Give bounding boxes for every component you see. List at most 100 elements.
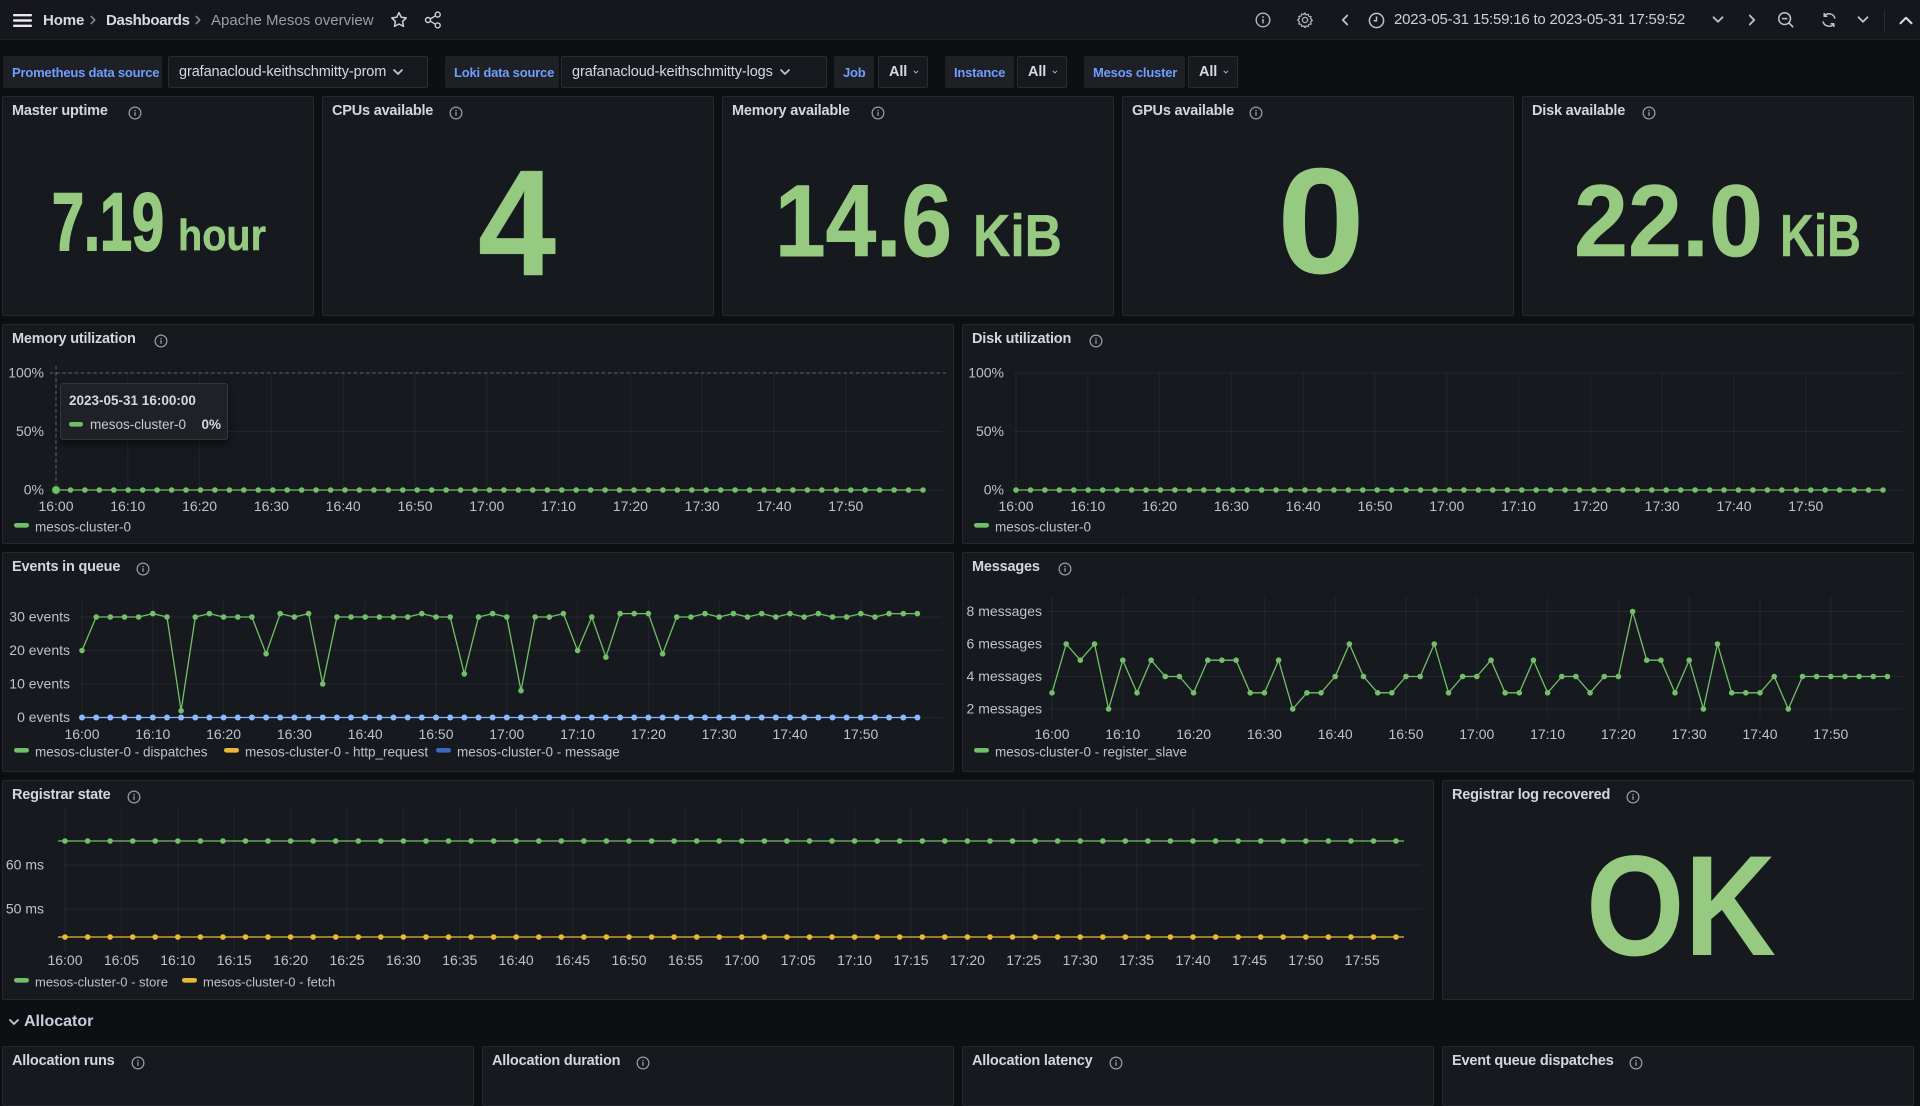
svg-text:16:20: 16:20 — [206, 726, 241, 742]
svg-text:50%: 50% — [16, 423, 44, 439]
svg-text:16:40: 16:40 — [1286, 498, 1321, 514]
svg-text:17:10: 17:10 — [1501, 498, 1536, 514]
svg-text:17:25: 17:25 — [1006, 952, 1041, 968]
svg-text:0: 0 — [1277, 136, 1365, 305]
svg-text:14.6: 14.6 — [775, 164, 952, 278]
svg-text:16:25: 16:25 — [329, 952, 364, 968]
svg-text:17:20: 17:20 — [1601, 726, 1636, 742]
svg-text:22.0: 22.0 — [1574, 164, 1763, 278]
svg-text:17:35: 17:35 — [1119, 952, 1154, 968]
svg-text:17:30: 17:30 — [685, 498, 720, 514]
svg-text:16:55: 16:55 — [668, 952, 703, 968]
svg-text:16:30: 16:30 — [254, 498, 289, 514]
svg-text:17:30: 17:30 — [1672, 726, 1707, 742]
svg-text:16:10: 16:10 — [160, 952, 195, 968]
svg-text:KiB: KiB — [973, 203, 1062, 269]
svg-text:16:45: 16:45 — [555, 952, 590, 968]
svg-text:17:10: 17:10 — [541, 498, 576, 514]
svg-text:0%: 0% — [24, 482, 44, 498]
svg-text:6 messages: 6 messages — [967, 636, 1042, 652]
svg-text:16:00: 16:00 — [64, 726, 99, 742]
svg-text:mesos-cluster-0: mesos-cluster-0 — [90, 417, 186, 432]
svg-text:4: 4 — [478, 138, 556, 307]
svg-text:17:20: 17:20 — [1573, 498, 1608, 514]
svg-text:17:55: 17:55 — [1345, 952, 1380, 968]
svg-text:10 events: 10 events — [9, 676, 70, 692]
svg-text:30 events: 30 events — [9, 609, 70, 625]
svg-text:16:30: 16:30 — [386, 952, 421, 968]
svg-text:mesos-cluster-0: mesos-cluster-0 — [35, 520, 131, 535]
svg-text:17:50: 17:50 — [1288, 952, 1323, 968]
svg-text:17:40: 17:40 — [1742, 726, 1777, 742]
svg-text:2 messages: 2 messages — [967, 701, 1042, 717]
svg-text:KiB: KiB — [1780, 203, 1861, 269]
svg-text:16:15: 16:15 — [217, 952, 252, 968]
svg-text:mesos-cluster-0 - fetch: mesos-cluster-0 - fetch — [203, 975, 335, 990]
svg-text:17:40: 17:40 — [1716, 498, 1751, 514]
svg-text:16:00: 16:00 — [998, 498, 1033, 514]
svg-text:16:40: 16:40 — [348, 726, 383, 742]
svg-text:17:00: 17:00 — [1429, 498, 1464, 514]
svg-text:16:30: 16:30 — [1214, 498, 1249, 514]
svg-text:17:10: 17:10 — [837, 952, 872, 968]
svg-text:17:40: 17:40 — [1175, 952, 1210, 968]
svg-text:7.19: 7.19 — [52, 177, 164, 268]
svg-text:50%: 50% — [976, 423, 1004, 439]
svg-text:16:50: 16:50 — [1357, 498, 1392, 514]
svg-text:16:50: 16:50 — [397, 498, 432, 514]
svg-text:8 messages: 8 messages — [967, 603, 1042, 619]
svg-text:16:30: 16:30 — [1247, 726, 1282, 742]
svg-text:17:40: 17:40 — [772, 726, 807, 742]
svg-text:100%: 100% — [968, 365, 1004, 381]
svg-text:16:50: 16:50 — [418, 726, 453, 742]
svg-text:mesos-cluster-0 - register_sla: mesos-cluster-0 - register_slave — [995, 745, 1187, 760]
svg-text:17:00: 17:00 — [1459, 726, 1494, 742]
svg-text:0 events: 0 events — [17, 709, 70, 725]
svg-text:16:10: 16:10 — [1070, 498, 1105, 514]
svg-text:16:30: 16:30 — [277, 726, 312, 742]
svg-text:16:35: 16:35 — [442, 952, 477, 968]
svg-text:16:10: 16:10 — [135, 726, 170, 742]
svg-text:16:20: 16:20 — [1142, 498, 1177, 514]
svg-text:16:00: 16:00 — [47, 952, 82, 968]
svg-text:17:10: 17:10 — [1530, 726, 1565, 742]
svg-text:16:40: 16:40 — [1318, 726, 1353, 742]
svg-text:17:30: 17:30 — [702, 726, 737, 742]
svg-text:60 ms: 60 ms — [6, 857, 44, 873]
svg-text:17:45: 17:45 — [1232, 952, 1267, 968]
svg-text:hour: hour — [178, 211, 266, 260]
svg-text:mesos-cluster-0 - store: mesos-cluster-0 - store — [35, 975, 168, 990]
svg-text:17:20: 17:20 — [613, 498, 648, 514]
svg-text:16:20: 16:20 — [273, 952, 308, 968]
svg-text:17:50: 17:50 — [1788, 498, 1823, 514]
svg-text:17:00: 17:00 — [469, 498, 504, 514]
svg-text:mesos-cluster-0 - dispatches: mesos-cluster-0 - dispatches — [35, 745, 208, 760]
svg-text:mesos-cluster-0: mesos-cluster-0 — [995, 520, 1091, 535]
svg-text:17:50: 17:50 — [828, 498, 863, 514]
svg-text:OK: OK — [1586, 827, 1776, 986]
svg-text:16:20: 16:20 — [182, 498, 217, 514]
svg-text:17:00: 17:00 — [724, 952, 759, 968]
svg-text:16:50: 16:50 — [611, 952, 646, 968]
svg-text:17:20: 17:20 — [950, 952, 985, 968]
svg-text:17:05: 17:05 — [781, 952, 816, 968]
svg-text:16:20: 16:20 — [1176, 726, 1211, 742]
svg-text:mesos-cluster-0 - message: mesos-cluster-0 - message — [457, 745, 620, 760]
svg-text:16:05: 16:05 — [104, 952, 139, 968]
svg-text:17:50: 17:50 — [1813, 726, 1848, 742]
svg-text:mesos-cluster-0 - http_request: mesos-cluster-0 - http_request — [245, 745, 428, 760]
svg-text:16:00: 16:00 — [38, 498, 73, 514]
svg-text:17:20: 17:20 — [631, 726, 666, 742]
svg-text:100%: 100% — [8, 365, 44, 381]
svg-text:16:00: 16:00 — [1034, 726, 1069, 742]
svg-text:20 events: 20 events — [9, 642, 70, 658]
svg-text:17:00: 17:00 — [489, 726, 524, 742]
svg-text:16:10: 16:10 — [1105, 726, 1140, 742]
svg-text:17:10: 17:10 — [560, 726, 595, 742]
svg-text:0%: 0% — [984, 482, 1004, 498]
svg-text:16:10: 16:10 — [110, 498, 145, 514]
svg-text:17:30: 17:30 — [1645, 498, 1680, 514]
svg-text:4 messages: 4 messages — [967, 668, 1042, 684]
svg-text:0%: 0% — [201, 417, 221, 432]
svg-text:16:50: 16:50 — [1388, 726, 1423, 742]
